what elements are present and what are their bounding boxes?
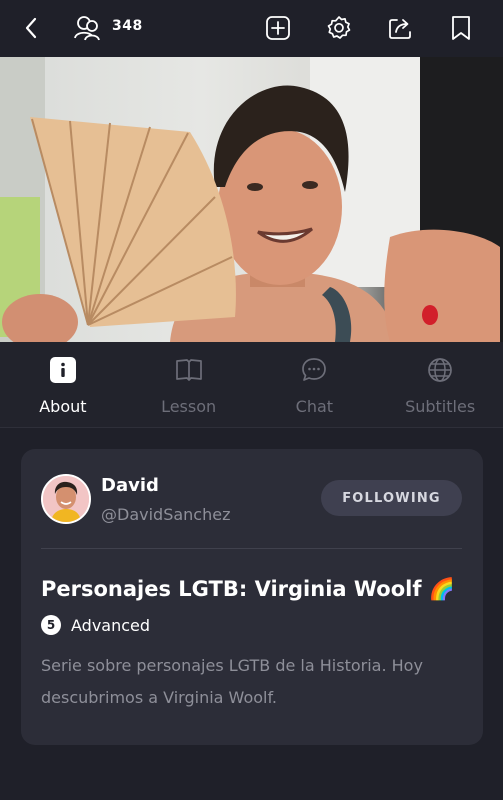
tab-about-label: About [39,397,87,416]
top-bar: 348 [0,0,503,57]
level-number-badge: 5 [41,615,61,635]
author-handle: @DavidSanchez [101,505,231,524]
tab-lesson[interactable]: Lesson [126,342,252,427]
lesson-title: Personajes LGTB: Virginia Woolf 🌈 [41,577,455,601]
avatar[interactable] [41,474,91,524]
tab-bar: About Lesson Chat Subtitles [0,342,503,428]
about-card: David @DavidSanchez FOLLOWING Personajes… [21,449,483,745]
divider [41,548,462,549]
viewers-icon [72,14,104,42]
tab-chat-label: Chat [295,397,334,416]
level-label: Advanced [71,615,151,635]
tab-chat[interactable]: Chat [252,342,378,427]
level-indicator: 5 Advanced [41,615,150,635]
bookmark-icon[interactable] [447,14,475,42]
info-icon [49,357,76,387]
video-frame-image [0,57,503,342]
book-icon [175,357,203,387]
viewer-count: 348 [112,18,143,34]
globe-icon [427,357,453,387]
tab-subtitles-label: Subtitles [405,397,476,416]
chat-icon [301,357,327,387]
tab-subtitles[interactable]: Subtitles [377,342,503,427]
settings-icon[interactable] [325,14,353,42]
lesson-description: Serie sobre personajes LGTB de la Histor… [41,656,423,707]
tab-about[interactable]: About [0,342,126,427]
add-icon[interactable] [264,14,292,42]
share-icon[interactable] [386,14,414,42]
following-button[interactable]: FOLLOWING [321,480,462,516]
back-chevron-icon[interactable] [17,14,45,42]
video-player[interactable] [0,57,503,342]
tab-lesson-label: Lesson [161,397,217,416]
author-name[interactable]: David [101,475,159,496]
